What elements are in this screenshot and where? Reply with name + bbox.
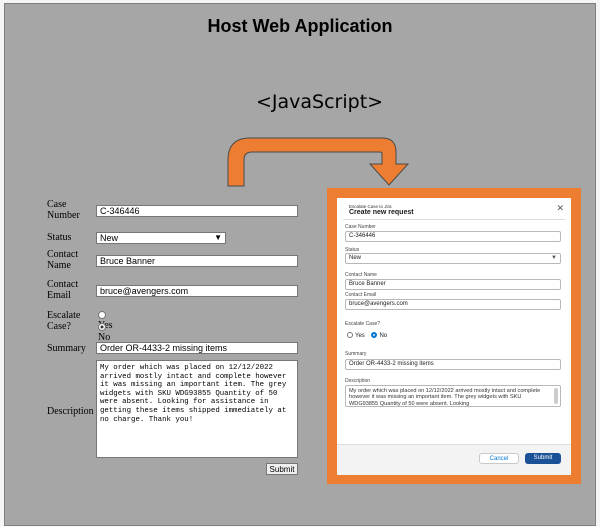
contact-name-input[interactable]: Bruce Banner — [96, 255, 298, 267]
status-label: Status — [47, 232, 72, 243]
modal-contact-name-input[interactable]: Bruce Banner — [345, 279, 561, 290]
modal-escalate-label: Escalate Case? — [345, 321, 381, 327]
modal-status-select[interactable]: New ▼ — [345, 253, 561, 264]
modal-case-number-label: Case Number — [345, 224, 376, 230]
contact-name-label: Contact Name — [47, 249, 79, 271]
modal-description-textarea[interactable]: My order which was placed on 12/12/2022 … — [345, 385, 561, 407]
modal-summary-label: Summary — [345, 351, 367, 357]
summary-label: Summary — [47, 343, 86, 354]
escalate-label: Escalate Case? — [47, 310, 81, 332]
create-request-modal: Escalate Case to Jira Create new request… — [337, 198, 571, 475]
case-number-label: Case Number — [47, 199, 80, 221]
modal-description-label: Description — [345, 378, 371, 384]
modal-escalate-radios: Yes No — [347, 332, 387, 339]
description-label: Description — [47, 406, 94, 417]
cancel-button[interactable]: Cancel — [479, 453, 519, 464]
description-textarea[interactable]: My order which was placed on 12/12/2022 … — [96, 360, 298, 458]
escalate-no-radio[interactable]: No — [98, 321, 110, 343]
scrollbar[interactable] — [554, 388, 558, 404]
radio-icon — [98, 310, 106, 319]
modal-escalate-yes-radio[interactable]: Yes — [347, 332, 365, 339]
chevron-down-icon: ▼ — [214, 233, 222, 242]
modal-contact-name-label: Contact Name — [345, 272, 377, 278]
close-icon[interactable]: ✕ — [556, 203, 564, 214]
status-value: New — [100, 233, 119, 243]
modal-heading: Create new request — [349, 209, 414, 216]
status-select[interactable]: New ▼ — [96, 232, 226, 244]
modal-contact-email-input[interactable]: bruce@avengers.com — [345, 299, 561, 310]
modal-escalate-no-label: No — [379, 332, 388, 339]
radio-icon — [347, 332, 353, 338]
summary-input[interactable]: Order OR-4433-2 missing items — [96, 342, 298, 354]
submit-button[interactable]: Submit — [525, 453, 561, 464]
modal-status-value: New — [349, 255, 362, 261]
contact-email-input[interactable]: bruce@avengers.com — [96, 285, 298, 297]
case-number-input[interactable]: C-346446 — [96, 205, 298, 217]
legacy-submit-button[interactable]: Submit — [266, 463, 298, 475]
modal-escalate-yes-label: Yes — [355, 332, 365, 339]
modal-summary-input[interactable]: Order OR-4433-2 missing items — [345, 359, 561, 370]
modal-case-number-input[interactable]: C-346446 — [345, 231, 561, 242]
radio-selected-icon — [98, 322, 106, 331]
chevron-down-icon: ▼ — [551, 255, 557, 261]
modal-contact-email-label: Contact Email — [345, 292, 377, 298]
radio-selected-icon — [371, 332, 378, 338]
modal-escalate-no-radio[interactable]: No — [371, 332, 388, 339]
header-divider — [343, 219, 565, 220]
modal-description-text: My order which was placed on 12/12/2022 … — [349, 388, 541, 407]
contact-email-label: Contact Email — [47, 279, 79, 301]
